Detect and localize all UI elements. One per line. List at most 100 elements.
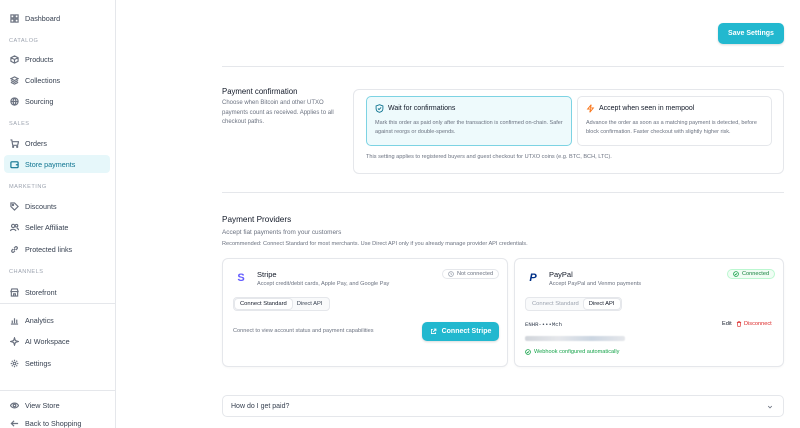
gear-icon bbox=[9, 358, 19, 368]
sidebar-item-products[interactable]: Products bbox=[4, 50, 110, 68]
tag-icon bbox=[9, 201, 19, 211]
status-badge: Connected bbox=[727, 269, 776, 279]
sidebar-item-dashboard[interactable]: Dashboard bbox=[4, 9, 110, 27]
providers-subtitle: Accept fiat payments from your customers bbox=[222, 229, 342, 236]
sidebar-item-label: Orders bbox=[25, 138, 47, 148]
option-description: Mark this order as paid only after the t… bbox=[375, 120, 563, 135]
globe-icon bbox=[9, 96, 19, 106]
sidebar-item-back-to-shopping[interactable]: Back to Shopping bbox=[4, 414, 110, 428]
sidebar-item-label: Sourcing bbox=[25, 96, 54, 106]
section-label-sales: SALES bbox=[9, 121, 30, 127]
paypal-mode-toggle: Connect Standard Direct API bbox=[525, 297, 622, 311]
stripe-hint: Connect to view account status and payme… bbox=[233, 328, 374, 334]
faq-accordion[interactable]: How do I get paid? bbox=[222, 395, 784, 417]
sidebar-item-store-payments[interactable]: Store payments bbox=[4, 155, 110, 173]
external-link-icon bbox=[430, 328, 436, 335]
disconnect-button[interactable]: Disconnect bbox=[736, 321, 772, 327]
section-divider bbox=[222, 66, 784, 67]
sidebar-item-settings[interactable]: Settings bbox=[4, 354, 110, 372]
providers-recommendation: Recommended: Connect Standard for most m… bbox=[222, 241, 528, 247]
trash-icon bbox=[736, 321, 742, 327]
option-wait-confirmations[interactable]: Wait for confirmations Mark this order a… bbox=[366, 96, 572, 146]
option-title: Accept when seen in mempool bbox=[599, 105, 695, 112]
arrow-left-icon bbox=[9, 418, 19, 428]
box-icon bbox=[9, 54, 19, 64]
sidebar-item-label: Dashboard bbox=[25, 13, 61, 23]
option-title: Wait for confirmations bbox=[388, 105, 456, 112]
sidebar-item-ai-workspace[interactable]: AI Workspace bbox=[4, 332, 110, 350]
status-badge: Not connected bbox=[442, 269, 500, 279]
sidebar-item-orders[interactable]: Orders bbox=[4, 134, 110, 152]
sidebar-item-label: Protected links bbox=[25, 244, 73, 254]
sidebar-item-seller-affiliate[interactable]: Seller Affiliate bbox=[4, 218, 110, 236]
link-icon bbox=[9, 244, 19, 254]
stripe-description: Accept credit/debit cards, Apple Pay, an… bbox=[257, 281, 390, 287]
stripe-logo: S bbox=[237, 272, 245, 284]
sidebar-item-label: Discounts bbox=[25, 201, 57, 211]
paypal-logo: P bbox=[529, 272, 537, 284]
shield-icon bbox=[375, 104, 384, 113]
stripe-mode-toggle: Connect Standard Direct API bbox=[233, 297, 330, 311]
sidebar-item-label: Back to Shopping bbox=[25, 418, 82, 428]
option-description: Advance the order as soon as a matching … bbox=[586, 120, 757, 135]
clock-icon bbox=[448, 271, 454, 277]
sidebar-item-label: Seller Affiliate bbox=[25, 222, 69, 232]
sidebar-divider bbox=[0, 303, 116, 304]
store-icon bbox=[9, 287, 19, 297]
section-divider bbox=[222, 192, 784, 193]
tab-connect-standard[interactable]: Connect Standard bbox=[527, 299, 584, 309]
confirmation-description: Choose when Bitcoin and other UTXO payme… bbox=[222, 100, 334, 125]
sidebar-item-label: Storefront bbox=[25, 287, 57, 297]
sidebar-item-protected-links[interactable]: Protected links bbox=[4, 240, 110, 258]
sidebar-item-collections[interactable]: Collections bbox=[4, 71, 110, 89]
sidebar-item-label: Store payments bbox=[25, 159, 76, 169]
paypal-credential: ENHR-•••Mch bbox=[525, 321, 562, 328]
section-label-channels: CHANNELS bbox=[9, 269, 44, 275]
sidebar-item-analytics[interactable]: Analytics bbox=[4, 311, 110, 329]
connect-stripe-button[interactable]: Connect Stripe bbox=[422, 322, 499, 341]
chevron-down-icon bbox=[767, 405, 773, 409]
check-circle-icon bbox=[525, 349, 531, 355]
stripe-card: S Stripe Accept credit/debit cards, Appl… bbox=[222, 258, 508, 367]
layers-icon bbox=[9, 75, 19, 85]
save-settings-button[interactable]: Save Settings bbox=[718, 23, 784, 44]
grid-icon bbox=[9, 13, 19, 23]
tab-direct-api[interactable]: Direct API bbox=[583, 299, 620, 309]
faq-question: How do I get paid? bbox=[231, 403, 290, 410]
sidebar-item-label: Collections bbox=[25, 75, 61, 85]
providers-title: Payment Providers bbox=[222, 215, 292, 224]
chart-icon bbox=[9, 315, 19, 325]
bolt-icon bbox=[586, 104, 595, 113]
section-label-catalog: CATALOG bbox=[9, 38, 39, 44]
users-icon bbox=[9, 222, 19, 232]
sidebar-item-sourcing[interactable]: Sourcing bbox=[4, 92, 110, 110]
confirmation-note: This setting applies to registered buyer… bbox=[366, 154, 612, 160]
sidebar-item-label: AI Workspace bbox=[25, 336, 70, 346]
sparkle-icon bbox=[9, 336, 19, 346]
confirmation-title: Payment confirmation bbox=[222, 87, 298, 96]
wallet-icon bbox=[9, 159, 19, 169]
sidebar-item-label: Products bbox=[25, 54, 54, 64]
confirmation-panel: Wait for confirmations Mark this order a… bbox=[353, 89, 784, 174]
check-circle-icon bbox=[733, 271, 739, 277]
section-label-marketing: MARKETING bbox=[9, 184, 47, 190]
sidebar-divider bbox=[0, 390, 116, 391]
tab-direct-api[interactable]: Direct API bbox=[292, 299, 328, 309]
sidebar-item-label: Settings bbox=[25, 358, 51, 368]
paypal-name: PayPal bbox=[549, 270, 573, 279]
tab-connect-standard[interactable]: Connect Standard bbox=[235, 299, 292, 309]
sidebar: Dashboard CATALOG Products Collections S… bbox=[0, 0, 116, 428]
eye-icon bbox=[9, 400, 19, 410]
sidebar-item-label: View Store bbox=[25, 400, 60, 410]
webhook-status: Webhook configured automatically bbox=[525, 349, 619, 355]
paypal-card: P PayPal Accept PayPal and Venmo payment… bbox=[514, 258, 784, 367]
edit-link[interactable]: Edit bbox=[722, 321, 732, 327]
sidebar-item-view-store[interactable]: View Store bbox=[4, 396, 110, 414]
masked-secret bbox=[525, 336, 625, 341]
sidebar-item-label: Analytics bbox=[25, 315, 54, 325]
sidebar-item-storefront[interactable]: Storefront bbox=[4, 283, 110, 301]
stripe-name: Stripe bbox=[257, 270, 277, 279]
cart-icon bbox=[9, 138, 19, 148]
sidebar-item-discounts[interactable]: Discounts bbox=[4, 197, 110, 215]
option-accept-mempool[interactable]: Accept when seen in mempool Advance the … bbox=[577, 96, 772, 146]
